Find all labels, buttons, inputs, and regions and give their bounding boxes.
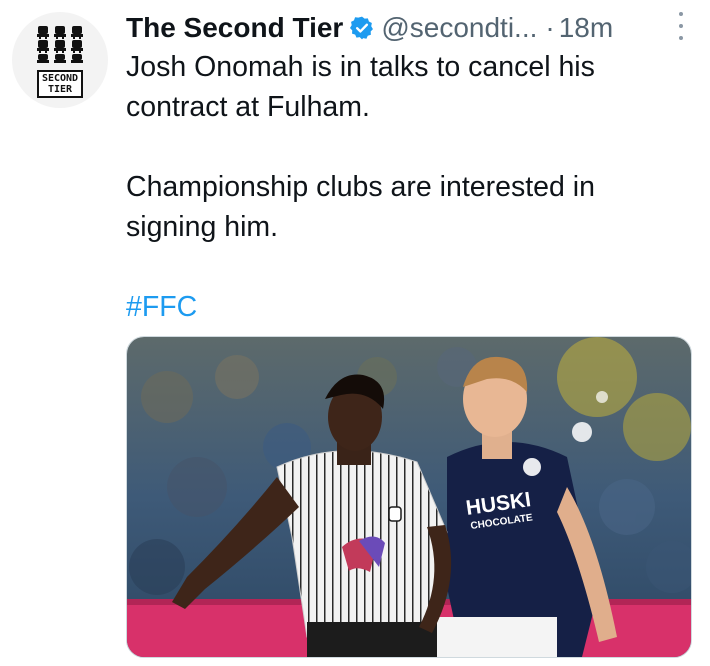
tweet-text-line: signing him. <box>126 211 279 243</box>
tweet-text-line: Championship clubs are interested in <box>126 171 595 203</box>
avatar-logo-text: SECOND TIER <box>36 70 84 98</box>
hashtag-link[interactable]: #FFC <box>126 291 197 323</box>
stadium-seats-icon <box>37 26 83 63</box>
more-options-icon[interactable] <box>674 12 688 40</box>
display-name[interactable]: The Second Tier <box>126 12 343 44</box>
verified-badge-icon <box>349 15 375 41</box>
avatar-logo-line1: SECOND <box>41 73 79 84</box>
separator-dot: · <box>545 12 555 43</box>
avatar-logo-line2: TIER <box>47 84 73 95</box>
football-photo: HUSKI CHOCOLATE <box>127 337 691 657</box>
user-handle[interactable]: @secondti... <box>381 12 537 44</box>
tweet-text-line: contract at Fulham. <box>126 91 370 123</box>
tweet-text: Josh Onomah is in talks to cancel his co… <box>126 47 686 327</box>
avatar[interactable]: SECOND TIER <box>12 12 108 108</box>
tweet-text-line: Josh Onomah is in talks to cancel his <box>126 51 595 83</box>
tweet-header: The Second Tier @secondti... · 18m <box>126 8 690 48</box>
timestamp[interactable]: 18m <box>559 12 613 44</box>
tweet-media[interactable]: HUSKI CHOCOLATE <box>126 336 692 658</box>
